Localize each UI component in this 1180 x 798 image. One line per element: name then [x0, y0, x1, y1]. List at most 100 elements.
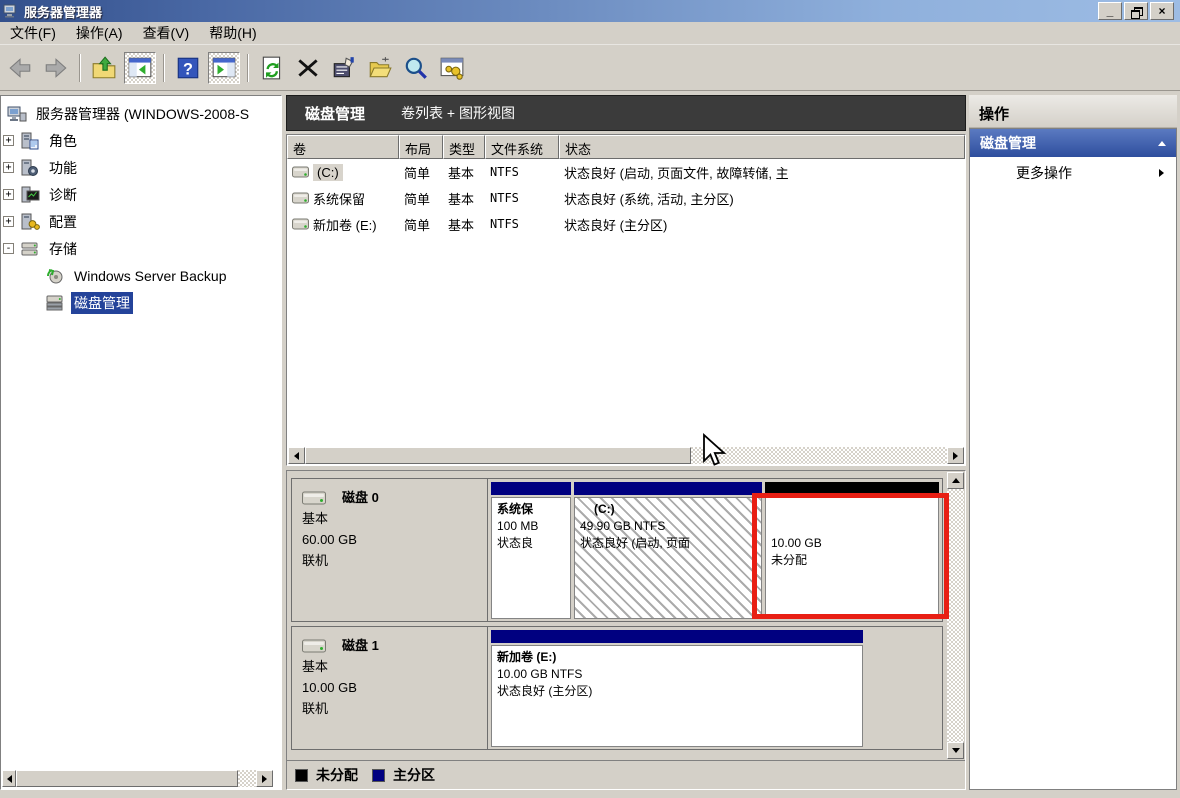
tree-item-configuration[interactable]: + 配置	[1, 208, 281, 235]
legend-primary-swatch	[372, 768, 385, 782]
disk-status: 联机	[302, 553, 329, 568]
partition-c[interactable]: (C:) 49.90 GB NTFS 状态良好 (启动, 页面	[574, 481, 762, 619]
partition-title: 新加卷 (E:)	[497, 650, 557, 664]
storage-icon	[21, 242, 38, 255]
volume-name: 新加卷 (E:)	[313, 217, 377, 233]
search-icon[interactable]	[400, 52, 432, 84]
console-tree-icon[interactable]	[124, 51, 156, 84]
column-type[interactable]: 类型	[443, 135, 485, 159]
collapse-icon[interactable]: -	[3, 243, 14, 254]
scrollbar-track[interactable]	[947, 489, 964, 742]
expand-icon[interactable]: +	[3, 162, 14, 173]
properties-icon[interactable]	[328, 52, 360, 84]
table-row-volume-system-reserved[interactable]: 系统保留 简单 基本 NTFS 状态良好 (系统, 活动, 主分区)	[287, 185, 965, 211]
minimize-button[interactable]: _	[1098, 2, 1122, 20]
tree-item-label: 磁盘管理	[71, 291, 133, 314]
disk-icon	[302, 491, 326, 504]
views-icon[interactable]	[436, 52, 468, 84]
menu-file[interactable]: 文件(F)	[2, 20, 68, 46]
volume-status: 状态良好 (系统, 活动, 主分区)	[564, 191, 734, 207]
more-actions-item[interactable]: 更多操作	[970, 157, 1176, 189]
expand-icon[interactable]: +	[3, 216, 14, 227]
tree-item-diagnostics[interactable]: + 诊断	[1, 181, 281, 208]
disk-name: 磁盘 0	[342, 490, 379, 505]
disk-type: 基本	[302, 659, 329, 674]
scroll-left-icon[interactable]	[2, 770, 16, 787]
tree-item-windows-server-backup[interactable]: Windows Server Backup	[1, 262, 281, 289]
scrollbar-track[interactable]	[238, 770, 256, 787]
scroll-left-icon[interactable]	[288, 447, 305, 464]
partition-title: 系统保	[497, 502, 534, 516]
expand-icon[interactable]: +	[3, 189, 14, 200]
column-layout[interactable]: 布局	[399, 135, 443, 159]
action-pane-icon[interactable]	[208, 51, 240, 84]
back-icon[interactable]	[4, 52, 36, 84]
volume-fs: NTFS	[490, 191, 519, 205]
actions-section-disk-management[interactable]: 磁盘管理	[970, 129, 1176, 157]
restore-button[interactable]	[1124, 2, 1148, 20]
delete-icon[interactable]	[292, 52, 324, 84]
expand-icon[interactable]: +	[3, 135, 14, 146]
actions-section-label: 磁盘管理	[980, 135, 1036, 151]
volume-list-horizontal-scrollbar[interactable]	[288, 447, 964, 464]
open-folder-icon[interactable]	[364, 52, 396, 84]
primary-partition-bar	[491, 482, 571, 495]
menu-help[interactable]: 帮助(H)	[201, 20, 268, 46]
backup-icon	[47, 268, 63, 283]
partition-e[interactable]: 新加卷 (E:) 10.00 GB NTFS 状态良好 (主分区)	[491, 629, 863, 747]
column-status[interactable]: 状态	[559, 135, 965, 159]
partition-system-reserved[interactable]: 系统保 100 MB 状态良	[491, 481, 571, 619]
scroll-right-icon[interactable]	[256, 770, 273, 787]
legend: 未分配 主分区	[287, 760, 965, 789]
partition-status: 未分配	[771, 553, 808, 567]
legend-primary-label: 主分区	[393, 767, 435, 783]
disk-size: 60.00 GB	[302, 532, 357, 547]
partition-size: 10.00 GB	[771, 536, 822, 550]
forward-icon[interactable]	[40, 52, 72, 84]
scroll-right-icon[interactable]	[947, 447, 964, 464]
scroll-up-icon[interactable]	[947, 472, 964, 489]
close-button[interactable]: ×	[1150, 2, 1174, 20]
volume-fs: NTFS	[490, 165, 519, 179]
tree-item-roles[interactable]: + 角色	[1, 127, 281, 154]
scrollbar-thumb[interactable]	[16, 770, 238, 787]
app-icon	[3, 4, 16, 18]
disk-1-label[interactable]: 磁盘 1 基本 10.00 GB 联机	[292, 627, 488, 749]
collapse-icon[interactable]	[1158, 140, 1166, 146]
volume-list-header: 卷 布局 类型 文件系统 状态	[287, 135, 965, 159]
tree-item-disk-management[interactable]: 磁盘管理	[1, 289, 281, 316]
menu-action[interactable]: 操作(A)	[68, 20, 135, 46]
tree-item-label: 功能	[49, 159, 77, 176]
scrollbar-track[interactable]	[691, 447, 947, 464]
volume-type: 基本	[448, 165, 475, 181]
toolbar-separator	[163, 53, 165, 82]
tree-item-label: 角色	[49, 132, 77, 149]
scrollbar-thumb[interactable]	[305, 447, 691, 464]
volume-icon	[292, 192, 309, 204]
table-row-volume-e[interactable]: 新加卷 (E:) 简单 基本 NTFS 状态良好 (主分区)	[287, 211, 965, 237]
tree-item-server-manager-root[interactable]: 服务器管理器 (WINDOWS-2008-S	[1, 100, 281, 127]
toolbar: ?	[0, 45, 1180, 91]
tree-item-storage[interactable]: - 存储	[1, 235, 281, 262]
scroll-down-icon[interactable]	[947, 742, 964, 759]
partition-unallocated[interactable]: 10.00 GB 未分配	[765, 481, 939, 619]
disk-size: 10.00 GB	[302, 680, 357, 695]
volume-name: 系统保留	[313, 191, 366, 207]
diagnostics-icon	[21, 186, 40, 202]
menu-view[interactable]: 查看(V)	[135, 20, 202, 46]
tree-horizontal-scrollbar[interactable]	[2, 770, 273, 787]
column-volume[interactable]: 卷	[287, 135, 399, 159]
table-row-volume-c[interactable]: (C:) 简单 基本 NTFS 状态良好 (启动, 页面文件, 故障转储, 主	[287, 159, 965, 185]
refresh-icon[interactable]	[256, 52, 288, 84]
submenu-arrow-icon	[1159, 169, 1164, 177]
volume-icon	[292, 166, 309, 178]
graphical-view-vertical-scrollbar[interactable]	[947, 472, 964, 759]
column-filesystem[interactable]: 文件系统	[485, 135, 559, 159]
toolbar-separator	[247, 53, 249, 82]
volume-fs: NTFS	[490, 217, 519, 231]
up-folder-icon[interactable]	[88, 52, 120, 84]
partition-size: 10.00 GB NTFS	[497, 667, 583, 681]
help-icon[interactable]: ?	[172, 52, 204, 84]
tree-item-features[interactable]: + 功能	[1, 154, 281, 181]
disk-0-label[interactable]: 磁盘 0 基本 60.00 GB 联机	[292, 479, 488, 621]
